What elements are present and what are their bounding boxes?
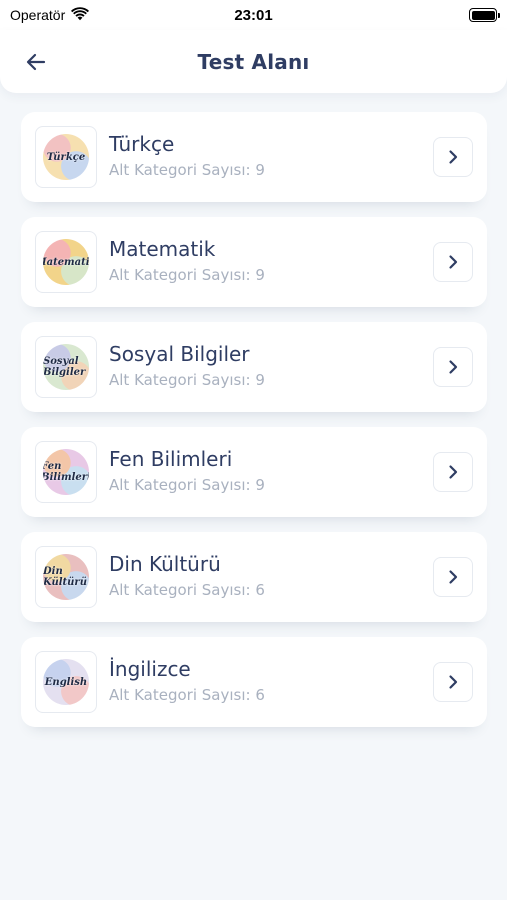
chevron-right-icon — [449, 675, 458, 689]
thumbnail-word: Sosyal Bilgiler — [43, 356, 86, 378]
thumbnail-word: English — [44, 676, 88, 688]
subcategory-count: Alt Kategori Sayısı: 9 — [109, 161, 265, 179]
word-cloud-image: Sosyal Bilgiler — [43, 344, 89, 390]
category-text: İngilizce Alt Kategori Sayısı: 6 — [109, 655, 265, 704]
category-text: Din Kültürü Alt Kategori Sayısı: 6 — [109, 550, 265, 599]
category-card[interactable]: Fen Bilimleri Fen Bilimleri Alt Kategori… — [21, 427, 487, 517]
open-category-button[interactable] — [433, 137, 473, 177]
category-text: Sosyal Bilgiler Alt Kategori Sayısı: 9 — [109, 340, 265, 389]
app-header: Test Alanı — [0, 30, 507, 93]
category-thumbnail: Din Kültürü — [35, 546, 97, 608]
subcategory-count: Alt Kategori Sayısı: 6 — [109, 581, 265, 599]
subcategory-count: Alt Kategori Sayısı: 9 — [109, 476, 265, 494]
open-category-button[interactable] — [433, 452, 473, 492]
open-category-button[interactable] — [433, 242, 473, 282]
wifi-icon — [71, 6, 90, 24]
category-title: Türkçe — [109, 132, 175, 156]
category-list: Türkçe Türkçe Alt Kategori Sayısı: 9 Mat… — [21, 112, 487, 742]
status-left: Operatör — [10, 6, 90, 24]
category-thumbnail: Matematik — [35, 231, 97, 293]
category-thumbnail: English — [35, 651, 97, 713]
battery-icon — [469, 8, 500, 22]
category-title: İngilizce — [109, 657, 191, 681]
arrow-left-icon — [26, 53, 46, 71]
carrier-label: Operatör — [10, 7, 66, 23]
page-title: Test Alanı — [197, 49, 310, 74]
battery-level — [471, 10, 495, 20]
category-card[interactable]: Sosyal Bilgiler Sosyal Bilgiler Alt Kate… — [21, 322, 487, 412]
subcategory-count: Alt Kategori Sayısı: 9 — [109, 371, 265, 389]
chevron-right-icon — [449, 465, 458, 479]
category-card[interactable]: Din Kültürü Din Kültürü Alt Kategori Say… — [21, 532, 487, 622]
back-button[interactable] — [18, 44, 54, 80]
chevron-right-icon — [449, 360, 458, 374]
open-category-button[interactable] — [433, 557, 473, 597]
word-cloud-image: Fen Bilimleri — [43, 449, 89, 495]
category-card[interactable]: Matematik Matematik Alt Kategori Sayısı:… — [21, 217, 487, 307]
word-cloud-image: Din Kültürü — [43, 554, 89, 600]
category-thumbnail: Sosyal Bilgiler — [35, 336, 97, 398]
category-card[interactable]: English İngilizce Alt Kategori Sayısı: 6 — [21, 637, 487, 727]
category-title: Din Kültürü — [109, 552, 221, 576]
thumbnail-word: Din Kültürü — [43, 566, 87, 588]
thumbnail-word: Matematik — [43, 256, 89, 268]
word-cloud-image: English — [43, 659, 89, 705]
subcategory-count: Alt Kategori Sayısı: 9 — [109, 266, 265, 284]
status-bar: Operatör 23:01 — [0, 0, 507, 30]
thumbnail-word: Türkçe — [46, 151, 86, 163]
category-text: Fen Bilimleri Alt Kategori Sayısı: 9 — [109, 445, 265, 494]
chevron-right-icon — [449, 570, 458, 584]
category-card[interactable]: Türkçe Türkçe Alt Kategori Sayısı: 9 — [21, 112, 487, 202]
word-cloud-image: Matematik — [43, 239, 89, 285]
category-text: Matematik Alt Kategori Sayısı: 9 — [109, 235, 265, 284]
open-category-button[interactable] — [433, 347, 473, 387]
category-title: Sosyal Bilgiler — [109, 342, 250, 366]
category-thumbnail: Fen Bilimleri — [35, 441, 97, 503]
thumbnail-word: Fen Bilimleri — [43, 461, 89, 483]
category-thumbnail: Türkçe — [35, 126, 97, 188]
category-title: Fen Bilimleri — [109, 447, 233, 471]
subcategory-count: Alt Kategori Sayısı: 6 — [109, 686, 265, 704]
chevron-right-icon — [449, 150, 458, 164]
category-text: Türkçe Alt Kategori Sayısı: 9 — [109, 130, 265, 179]
word-cloud-image: Türkçe — [43, 134, 89, 180]
category-title: Matematik — [109, 237, 216, 261]
open-category-button[interactable] — [433, 662, 473, 702]
chevron-right-icon — [449, 255, 458, 269]
